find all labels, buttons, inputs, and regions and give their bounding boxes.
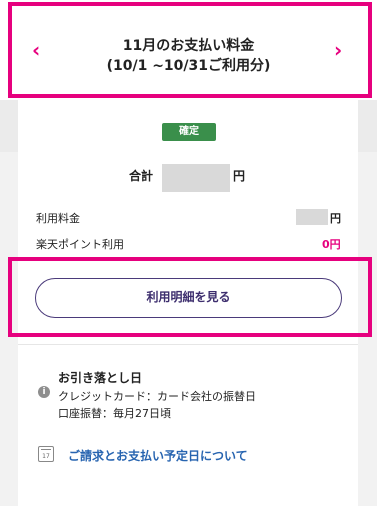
month-header: ‹ 11月のお支払い料金 (10/1 ~10/31ご利用分) › <box>0 0 377 100</box>
billing-period: (10/1 ~10/31ご利用分) <box>106 58 271 74</box>
view-details-button[interactable]: 利用明細を見る <box>35 278 342 318</box>
total-currency: 円 <box>233 169 246 183</box>
points-label: 楽天ポイント利用 <box>36 238 124 251</box>
debit-date-title: お引き落とし日 <box>58 371 143 385</box>
usage-fee-value: 円 <box>330 212 341 225</box>
info-icon: i <box>38 386 50 398</box>
status-badge: 確定 <box>162 123 216 141</box>
points-value: 0円 <box>322 238 341 251</box>
prev-month-button[interactable]: ‹ <box>32 40 40 60</box>
usage-fee-label: 利用料金 <box>36 212 80 225</box>
next-month-button[interactable]: › <box>334 40 342 60</box>
divider <box>18 344 358 345</box>
billing-title: 11月のお支払い料金 <box>122 38 255 54</box>
masked-total-amount <box>162 164 230 192</box>
bank-transfer-debit-text: 口座振替：毎月27日頃 <box>58 407 171 420</box>
calendar-icon: 17 <box>38 446 54 462</box>
masked-usage-fee <box>296 209 328 225</box>
credit-card-debit-text: クレジットカード：カード会社の振替日 <box>58 390 256 403</box>
billing-schedule-link[interactable]: ご請求とお支払い予定日について <box>68 447 248 464</box>
total-label: 合計 <box>129 169 154 183</box>
